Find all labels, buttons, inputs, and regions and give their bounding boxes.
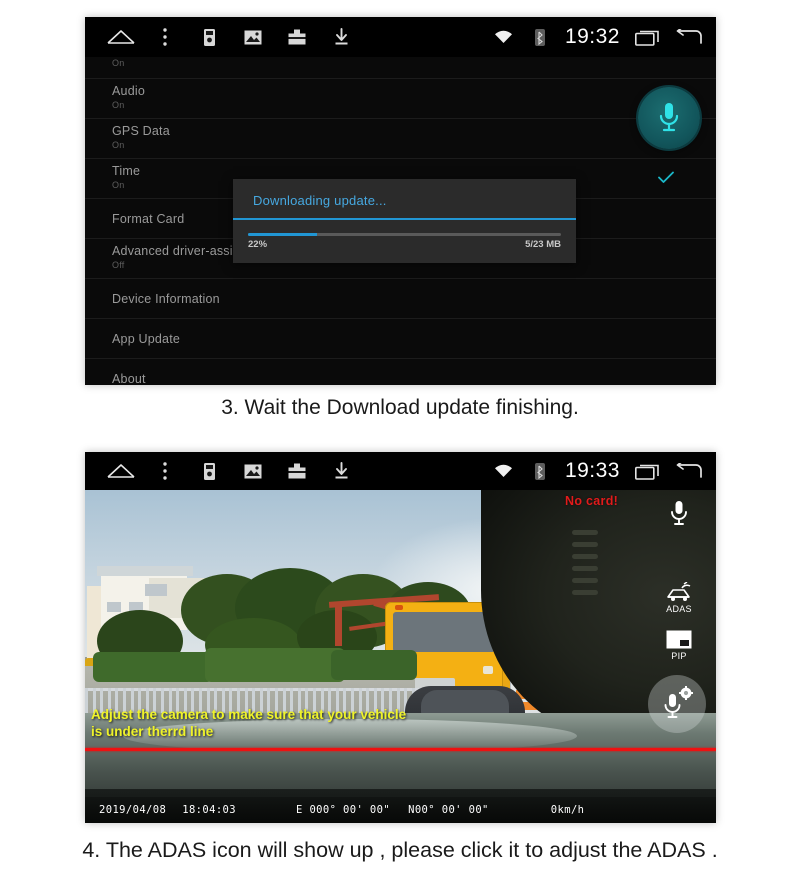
home-icon[interactable] [99,452,143,491]
adas-button-label: ADAS [666,604,692,614]
window [107,602,121,612]
adas-guide-line [85,748,716,751]
list-item-title: Time [112,163,716,179]
mic-button[interactable] [669,500,689,528]
list-item-device-information[interactable]: Device Information [85,279,716,319]
list-item-title: App Update [112,331,716,347]
info-speed: 0km/h [551,804,585,816]
list-item-subtitle: On [112,139,716,151]
pip-button-label: PIP [671,651,686,661]
status-bar-system-icons: 19:32 [493,25,702,49]
status-bar-clock: 19:33 [565,459,620,483]
voice-assistant-button[interactable] [638,87,700,149]
screenshot-settings-download: 19:32 On Audio On GPS D [85,17,716,385]
adas-advice-line-2: is under therrd line [91,723,491,740]
pip-button[interactable]: PIP [666,630,692,661]
window [145,584,167,596]
download-percent-label: 22% [248,239,267,250]
list-item-title: Audio [112,83,716,99]
overflow-menu-icon[interactable] [143,17,187,57]
instruction-page: 19:32 On Audio On GPS D [0,0,800,893]
status-bar-clock: 19:32 [565,25,620,49]
recents-icon[interactable] [634,26,660,48]
list-item-gps-data[interactable]: GPS Data On [85,119,716,159]
vent-grille [572,530,598,600]
list-item-title: GPS Data [112,123,716,139]
settings-button-background[interactable] [648,675,706,733]
settings-button[interactable] [650,675,708,733]
android-status-bar: 19:33 [85,452,716,490]
back-icon[interactable] [674,26,702,48]
bluetooth-icon [529,26,551,48]
dialog-title: Downloading update... [233,179,576,208]
download-icon[interactable] [319,452,363,491]
list-item[interactable]: On [85,57,716,79]
wifi-icon [493,460,515,482]
list-item-subtitle: On [112,99,716,111]
briefcase-icon[interactable] [275,452,319,491]
download-progress-fill [248,233,317,236]
download-update-dialog: Downloading update... 22% 5/23 MB [233,179,576,263]
dialog-divider [233,218,576,220]
briefcase-icon[interactable] [275,17,319,57]
status-bar-nav-icons [99,452,363,491]
list-item-subtitle: On [112,57,716,69]
caption-step-3: 3. Wait the Download update finishing. [0,396,800,420]
adas-button[interactable]: ADAS [665,582,693,614]
adas-icon [665,582,693,602]
android-status-bar: 19:32 [85,17,716,57]
list-item-app-update[interactable]: App Update [85,319,716,359]
adas-advice-text: Adjust the camera to make sure that your… [91,706,491,740]
mic-icon [669,500,689,528]
hedge [205,648,345,682]
bus-windshield [393,612,495,652]
download-progress-bar [248,233,561,236]
dashcam-info-bar: 2019/04/08 18:04:03 E 000° 00' 00" N00° … [85,797,716,823]
bus-marker-light [395,605,403,610]
screenshot-icon[interactable] [231,17,275,57]
list-item-title: Device Information [112,291,716,307]
download-size-label: 5/23 MB [525,239,561,250]
list-item-title: About [112,371,716,385]
status-bar-system-icons: 19:33 [493,459,702,483]
screenshot-icon[interactable] [231,452,275,491]
camera-live-preview[interactable]: 60528 No card! Adjust the camera to make… [85,490,716,823]
hedge [331,650,417,680]
wifi-icon [493,26,515,48]
list-item-about[interactable]: About [85,359,716,385]
pip-icon [666,630,692,649]
status-bar-nav-icons [99,17,363,57]
info-latitude: N00° 00' 00" [408,804,489,816]
building-roof [97,566,193,576]
adas-advice-line-1: Adjust the camera to make sure that your… [91,706,491,723]
mic-icon [657,101,681,135]
camera-tools-rail: ADAS PIP [652,496,706,733]
usb-storage-icon[interactable] [187,452,231,491]
info-time: 18:04:03 [182,804,236,816]
overflow-menu-icon[interactable] [143,452,187,491]
back-icon[interactable] [674,460,702,482]
home-icon[interactable] [99,17,143,57]
caption-step-4: 4. The ADAS icon will show up , please c… [0,838,800,863]
settings-mic-icon [660,685,694,723]
hedge [93,652,213,682]
screenshot-dashcam-adas: 19:33 [85,452,716,823]
usb-storage-icon[interactable] [187,17,231,57]
bluetooth-icon [529,460,551,482]
list-item-audio[interactable]: Audio On [85,79,716,119]
no-card-warning: No card! [565,494,618,508]
recents-icon[interactable] [634,460,660,482]
checkmark-icon [658,171,674,187]
info-longitude: E 000° 00' 00" [296,804,390,816]
info-date: 2019/04/08 [99,804,166,816]
download-icon[interactable] [319,17,363,57]
download-progress-meta: 22% 5/23 MB [248,239,561,250]
bus-headlight [483,666,493,674]
